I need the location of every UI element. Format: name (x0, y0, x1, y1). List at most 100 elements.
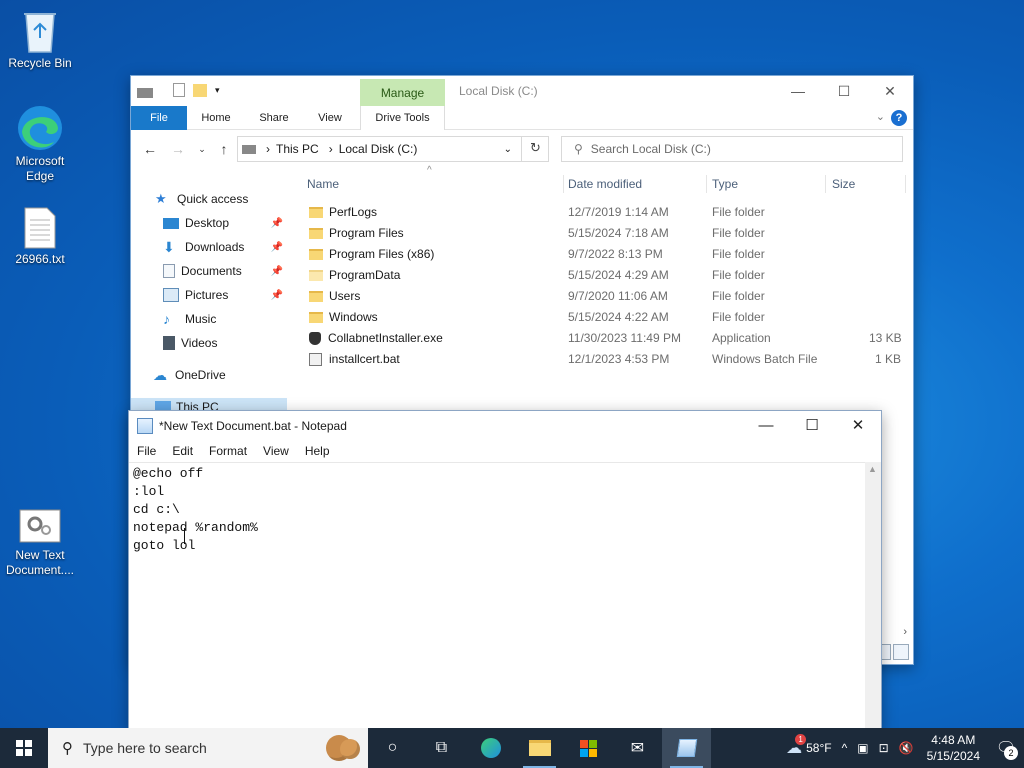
menu-file[interactable]: File (129, 441, 164, 461)
up-arrow-icon[interactable]: ↑ (213, 138, 235, 160)
menu-edit[interactable]: Edit (164, 441, 201, 461)
tab-share[interactable]: Share (249, 106, 299, 130)
weather-alert-badge: 1 (795, 734, 807, 745)
nav-item-downloads[interactable]: ⬇ Downloads 📌 (163, 236, 287, 258)
clock[interactable]: 4:48 AM 5/15/2024 (919, 732, 988, 764)
show-hidden-icons-chevron-icon[interactable]: ^ (837, 741, 853, 755)
desktop-icon-edge[interactable]: Microsoft Edge (0, 104, 80, 184)
taskbar-search-box[interactable]: ⚲ Type here to search (48, 728, 368, 768)
maximize-button[interactable]: ☐ (821, 76, 867, 106)
file-row[interactable]: Program Files 5/15/2024 7:18 AM File fol… (301, 223, 911, 244)
scroll-up-icon[interactable]: ▲ (868, 464, 877, 474)
taskbar-edge[interactable] (466, 728, 515, 768)
system-tray: ☁ 1 58°F ^ ▣ ⊡ 🔇 4:48 AM 5/15/2024 🗨 2 (781, 728, 1024, 768)
network-icon[interactable]: ⊡ (874, 741, 894, 755)
tab-file[interactable]: File (131, 106, 187, 130)
file-row[interactable]: ProgramData 5/15/2024 4:29 AM File folde… (301, 265, 911, 286)
desktop-icon-recycle-bin[interactable]: Recycle Bin (0, 8, 80, 71)
nav-quick-access[interactable]: ★ Quick access (155, 188, 311, 210)
minimize-button[interactable]: — (743, 411, 789, 441)
file-row[interactable]: Program Files (x86) 9/7/2022 8:13 PM Fil… (301, 244, 911, 265)
vertical-scrollbar[interactable]: ▲ (865, 462, 881, 730)
taskbar-store[interactable] (564, 728, 613, 768)
file-row[interactable]: installcert.bat 12/1/2023 4:53 PM Window… (301, 349, 911, 370)
forward-arrow-icon[interactable]: → (167, 138, 189, 160)
menu-help[interactable]: Help (297, 441, 338, 461)
breadcrumb-separator-icon[interactable]: › (329, 142, 333, 156)
cortana-button[interactable]: ○ (368, 728, 417, 768)
address-dropdown-icon[interactable]: ⌄ (504, 144, 512, 155)
task-view-icon: ⧉ (435, 739, 448, 756)
file-row[interactable]: Windows 5/15/2024 4:22 AM File folder (301, 307, 911, 328)
file-date: 12/1/2023 4:53 PM (568, 352, 670, 366)
start-button[interactable] (0, 728, 48, 768)
breadcrumb-separator-icon[interactable]: › (266, 142, 270, 156)
text-cursor (184, 528, 185, 544)
taskbar-mail[interactable]: ✉ (613, 728, 662, 768)
desktop-icon-label: New Text Document.... (5, 548, 75, 577)
breadcrumb-local-disk[interactable]: Local Disk (C:) (339, 142, 418, 156)
file-type: File folder (712, 205, 765, 219)
new-folder-icon[interactable] (193, 83, 207, 97)
column-header-type[interactable]: Type (712, 172, 738, 196)
help-icon[interactable]: ? (891, 110, 907, 126)
search-box[interactable]: ⚲ Search Local Disk (C:) (561, 136, 903, 162)
nav-item-desktop[interactable]: Desktop 📌 (163, 212, 287, 234)
breadcrumb-this-pc[interactable]: This PC (276, 142, 319, 156)
taskbar-notepad[interactable] (662, 728, 711, 768)
tab-manage[interactable]: Manage (360, 79, 445, 107)
file-type: File folder (712, 310, 765, 324)
navigation-pane: ★ Quick access Desktop 📌 ⬇ Downloads 📌 D… (131, 176, 287, 416)
taskbar-file-explorer[interactable] (515, 728, 564, 768)
file-name: ProgramData (329, 268, 401, 282)
desktop-icon-bat-file[interactable]: New Text Document.... (0, 506, 80, 578)
file-type: Application (712, 331, 771, 345)
nav-label: Documents (181, 264, 242, 278)
address-row: ← → ⌄ ↑ › This PC › Local Disk (C:) ⌄ ↻ … (131, 134, 913, 164)
properties-icon[interactable] (173, 83, 185, 97)
menu-format[interactable]: Format (201, 441, 255, 461)
action-center-button[interactable]: 🗨 2 (988, 728, 1024, 768)
maximize-button[interactable]: ☐ (789, 411, 835, 441)
nav-item-music[interactable]: ♪ Music (163, 308, 287, 330)
minimize-button[interactable]: — (775, 76, 821, 106)
nav-item-documents[interactable]: Documents 📌 (163, 260, 287, 282)
meet-now-icon[interactable]: ▣ (852, 741, 873, 755)
recent-locations-chevron-icon[interactable]: ⌄ (191, 138, 213, 160)
notepad-title: *New Text Document.bat - Notepad (159, 419, 347, 433)
search-icon: ⚲ (62, 740, 73, 757)
desktop-icon-text-file[interactable]: 26966.txt (0, 206, 80, 267)
file-date: 12/7/2019 1:14 AM (568, 205, 669, 219)
file-row[interactable]: CollabnetInstaller.exe 11/30/2023 11:49 … (301, 328, 911, 349)
notepad-text-area[interactable]: @echo off:lol cd c:\ notepad %random% goto … (129, 462, 866, 730)
nav-item-pictures[interactable]: Pictures 📌 (163, 284, 287, 306)
tab-view[interactable]: View (305, 106, 355, 130)
scroll-right-icon[interactable]: › (903, 626, 907, 638)
back-arrow-icon[interactable]: ← (139, 138, 161, 160)
volume-muted-icon[interactable]: 🔇 (894, 741, 919, 755)
address-bar[interactable]: › This PC › Local Disk (C:) ⌄ (237, 136, 549, 162)
nav-item-videos[interactable]: Videos (163, 332, 287, 354)
file-row[interactable]: PerfLogs 12/7/2019 1:14 AM File folder (301, 202, 911, 223)
task-view-button[interactable]: ⧉ (417, 728, 466, 768)
weather-widget[interactable]: ☁ 1 58°F (781, 734, 836, 758)
chevron-down-icon[interactable]: ▾ (215, 85, 220, 96)
large-icons-view-icon[interactable] (893, 644, 909, 660)
nav-label: Quick access (177, 192, 249, 206)
menu-view[interactable]: View (255, 441, 297, 461)
close-button[interactable]: ✕ (867, 76, 913, 106)
file-row[interactable]: Users 9/7/2020 11:06 AM File folder (301, 286, 911, 307)
file-name: Users (329, 289, 361, 303)
tab-drive-tools[interactable]: Drive Tools (360, 106, 445, 130)
column-header-name[interactable]: Name (307, 172, 339, 196)
tab-home[interactable]: Home (191, 106, 241, 130)
folder-icon (309, 207, 323, 219)
close-button[interactable]: ✕ (835, 411, 881, 441)
text-line: @echo off (133, 466, 204, 481)
nav-onedrive[interactable]: ☁ OneDrive (153, 364, 287, 386)
refresh-icon[interactable]: ↻ (521, 136, 549, 162)
file-date: 5/15/2024 4:29 AM (568, 268, 669, 282)
column-header-size[interactable]: Size (832, 172, 855, 196)
column-header-date[interactable]: Date modified (568, 172, 642, 196)
expand-ribbon-icon[interactable]: ⌄ (876, 110, 885, 123)
